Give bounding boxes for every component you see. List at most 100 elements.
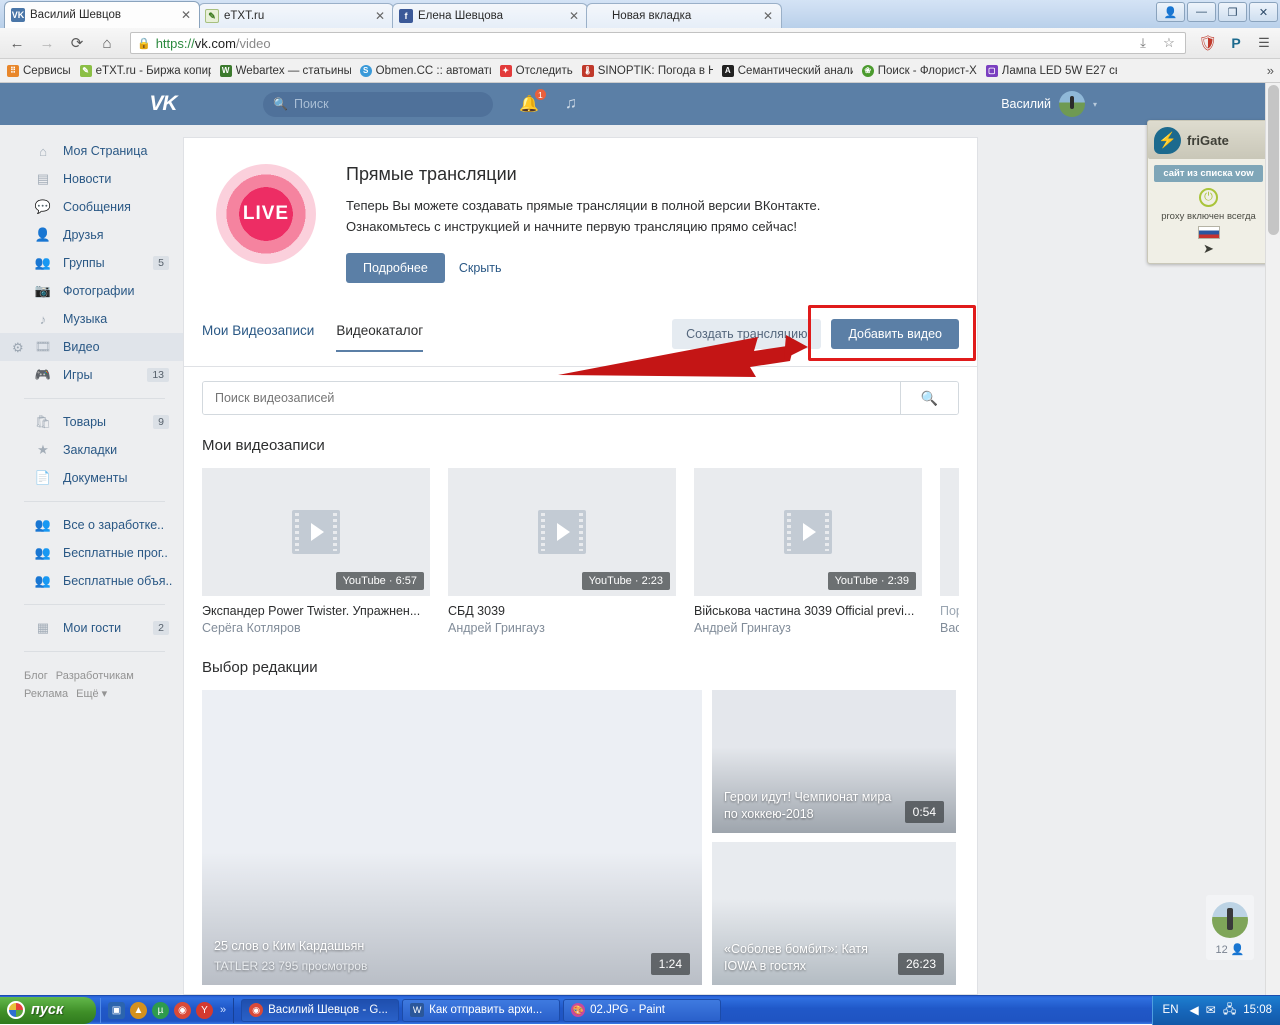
language-indicator[interactable]: EN bbox=[1163, 1004, 1179, 1016]
video-thumbnail[interactable]: YouTube · 6:57 bbox=[202, 468, 430, 596]
add-video-button[interactable]: Добавить видео bbox=[831, 319, 959, 349]
video-author[interactable]: Андрей Грингауз bbox=[448, 621, 676, 635]
start-button[interactable]: пуск bbox=[0, 997, 96, 1024]
featured-video-card[interactable]: 25 слов о Ким Кардашьян TATLER 23 795 пр… bbox=[202, 690, 702, 985]
bookmark-item[interactable]: ✦Отследить bbox=[497, 63, 579, 79]
address-bar[interactable]: 🔒 https://vk.com/video ⤓ ☆ bbox=[130, 32, 1186, 54]
search-input[interactable] bbox=[203, 382, 900, 414]
close-icon[interactable]: ✕ bbox=[179, 8, 193, 22]
tab-my-videos[interactable]: Мои Видеозаписи bbox=[202, 323, 314, 352]
bookmark-item[interactable]: ✎eTXT.ru - Биржа копир bbox=[77, 63, 217, 79]
taskbar-window-word[interactable]: W Как отправить архи... bbox=[402, 999, 560, 1022]
sidebar-item-bookmarks[interactable]: ★Закладки bbox=[0, 436, 183, 464]
music-note-icon[interactable]: ♫ bbox=[565, 95, 577, 113]
sidebar-item-photos[interactable]: 📷Фотографии bbox=[0, 277, 183, 305]
browser-tab-4[interactable]: Новая вкладка ✕ bbox=[586, 3, 782, 28]
sidebar-item-games[interactable]: 🎮Игры13 bbox=[0, 361, 183, 389]
sidebar-item-goods[interactable]: 🛍Товары9 bbox=[0, 408, 183, 436]
video-thumbnail[interactable]: YouTube · 2:39 bbox=[694, 468, 922, 596]
show-hidden-icons-icon[interactable]: ◀ bbox=[1190, 1003, 1199, 1017]
learn-more-button[interactable]: Подробнее bbox=[346, 253, 445, 283]
avatar[interactable] bbox=[1059, 91, 1085, 117]
close-icon[interactable]: ✕ bbox=[373, 9, 387, 23]
sidebar-item-video[interactable]: ⚙ 🎞Видео bbox=[0, 333, 183, 361]
vk-logo-icon[interactable]: VK bbox=[143, 92, 183, 116]
utorrent-icon[interactable]: µ bbox=[152, 1002, 169, 1019]
taskbar-window-paint[interactable]: 🎨 02.JPG - Paint bbox=[563, 999, 721, 1022]
bookmark-item[interactable]: ▢Лампа LED 5W E27 све bbox=[983, 63, 1123, 79]
chevron-down-icon[interactable]: ▾ bbox=[1093, 100, 1097, 109]
maximize-button[interactable]: ❐ bbox=[1218, 2, 1247, 22]
close-icon[interactable]: ✕ bbox=[761, 9, 775, 23]
reload-icon[interactable]: ⟳ bbox=[66, 32, 88, 54]
bookmark-item[interactable]: ❀Поиск - Флорист-X bbox=[859, 63, 983, 79]
frigate-extension-popup[interactable]: ⚡ friGate сайт из списка vow ⏻ proxy вкл… bbox=[1147, 120, 1270, 264]
browser-tab-3[interactable]: f Елена Шевцова ✕ bbox=[392, 3, 588, 28]
chrome-menu-icon[interactable]: ☰ bbox=[1254, 33, 1274, 53]
bookmark-item[interactable]: SObmen.CC :: автомати bbox=[357, 63, 497, 79]
sidebar-item-friends[interactable]: 👤Друзья bbox=[0, 221, 183, 249]
video-title[interactable]: СБД 3039 bbox=[448, 604, 676, 618]
minimize-button[interactable]: — bbox=[1187, 2, 1216, 22]
frigate-icon[interactable]: P bbox=[1226, 33, 1246, 53]
forward-icon[interactable]: → bbox=[36, 32, 58, 54]
chrome-icon[interactable]: ◉ bbox=[174, 1002, 191, 1019]
video-thumbnail[interactable] bbox=[940, 468, 959, 596]
video-title[interactable]: Экспандер Power Twister. Упражнен... bbox=[202, 604, 430, 618]
footer-link-ads[interactable]: Реклама bbox=[24, 688, 68, 700]
vk-user-menu[interactable]: Василий ▾ bbox=[1001, 83, 1097, 125]
sidebar-item-groups[interactable]: 👥Группы5 bbox=[0, 249, 183, 277]
mail-icon[interactable]: ✉ bbox=[1206, 1003, 1216, 1017]
yandex-icon[interactable]: Y bbox=[196, 1002, 213, 1019]
browser-tab-1[interactable]: VK Василий Шевцов ✕ bbox=[4, 1, 200, 28]
video-author[interactable]: Василий bbox=[940, 621, 959, 635]
close-icon[interactable]: ✕ bbox=[567, 9, 581, 23]
pointer-icon[interactable]: ➤ bbox=[1148, 241, 1269, 257]
network-icon[interactable]: 🖧 bbox=[1223, 1000, 1236, 1021]
sidebar-item-earnings[interactable]: 👥Все о заработке.. bbox=[0, 511, 183, 539]
power-icon[interactable]: ⏻ bbox=[1199, 188, 1218, 207]
profile-button[interactable]: 👤 bbox=[1156, 2, 1185, 22]
tab-video-catalog[interactable]: Видеокаталог bbox=[336, 323, 423, 352]
home-icon[interactable]: ⌂ bbox=[96, 32, 118, 54]
floating-guests-widget[interactable]: 12 👤 bbox=[1206, 895, 1254, 960]
footer-link-developers[interactable]: Разработчикам bbox=[56, 670, 134, 682]
bookmark-item[interactable]: AСемантический анализ bbox=[719, 63, 859, 79]
sidebar-item-news[interactable]: ▤Новости bbox=[0, 165, 183, 193]
scrollbar-thumb[interactable] bbox=[1268, 85, 1279, 235]
star-icon[interactable]: ☆ bbox=[1159, 33, 1179, 53]
bookmark-item[interactable]: ⠿Сервисы bbox=[4, 63, 77, 79]
video-card[interactable]: YouTube · 6:57 Экспандер Power Twister. … bbox=[202, 468, 430, 635]
vk-global-search[interactable]: 🔍 Поиск bbox=[263, 92, 493, 117]
video-card[interactable]: Порошен Василий bbox=[940, 468, 959, 635]
video-card[interactable]: YouTube · 2:23 СБД 3039 Андрей Грингауз bbox=[448, 468, 676, 635]
back-icon[interactable]: ← bbox=[6, 32, 28, 54]
sidebar-item-free-ads[interactable]: 👥Бесплатные объя.. bbox=[0, 567, 183, 595]
bell-icon[interactable]: 🔔 1 bbox=[519, 94, 539, 114]
footer-link-blog[interactable]: Блог bbox=[24, 670, 48, 682]
hide-banner-button[interactable]: Скрыть bbox=[459, 261, 502, 275]
video-thumbnail[interactable]: YouTube · 2:23 bbox=[448, 468, 676, 596]
quick-launch-overflow-icon[interactable]: » bbox=[220, 1004, 226, 1016]
bookmarks-overflow-icon[interactable]: » bbox=[1267, 63, 1274, 78]
sidebar-item-messages[interactable]: 💬Сообщения bbox=[0, 193, 183, 221]
page-scrollbar[interactable] bbox=[1265, 83, 1280, 995]
gear-icon[interactable]: ⚙ bbox=[12, 340, 24, 356]
footer-link-more[interactable]: Ещё ▾ bbox=[76, 688, 107, 700]
side-video-card[interactable]: Герои идут! Чемпионат мира по хоккею-201… bbox=[712, 690, 956, 833]
sidebar-item-documents[interactable]: 📄Документы bbox=[0, 464, 183, 492]
sidebar-item-my-guests[interactable]: ▦Мои гости2 bbox=[0, 614, 183, 642]
clock[interactable]: 15:08 bbox=[1243, 1004, 1272, 1016]
sidebar-item-free-programs[interactable]: 👥Бесплатные прог.. bbox=[0, 539, 183, 567]
video-author[interactable]: Андрей Грингауз bbox=[694, 621, 922, 635]
side-video-card[interactable]: «Соболев бомбит»: Катя IOWA в гостях 26:… bbox=[712, 842, 956, 985]
taskbar-window-chrome[interactable]: ◉ Василий Шевцов - G... bbox=[241, 999, 399, 1022]
sidebar-item-my-page[interactable]: ⌂Моя Страница bbox=[0, 137, 183, 165]
desktop-icon[interactable]: ▣ bbox=[108, 1002, 125, 1019]
bookmark-item[interactable]: WWebartex — статьины bbox=[217, 63, 357, 79]
video-author[interactable]: Серёга Котляров bbox=[202, 621, 430, 635]
close-window-button[interactable]: ✕ bbox=[1249, 2, 1278, 22]
video-card[interactable]: YouTube · 2:39 Військова частина 3039 Of… bbox=[694, 468, 922, 635]
avatar[interactable] bbox=[1212, 902, 1248, 938]
sidebar-item-music[interactable]: ♪Музыка bbox=[0, 305, 183, 333]
